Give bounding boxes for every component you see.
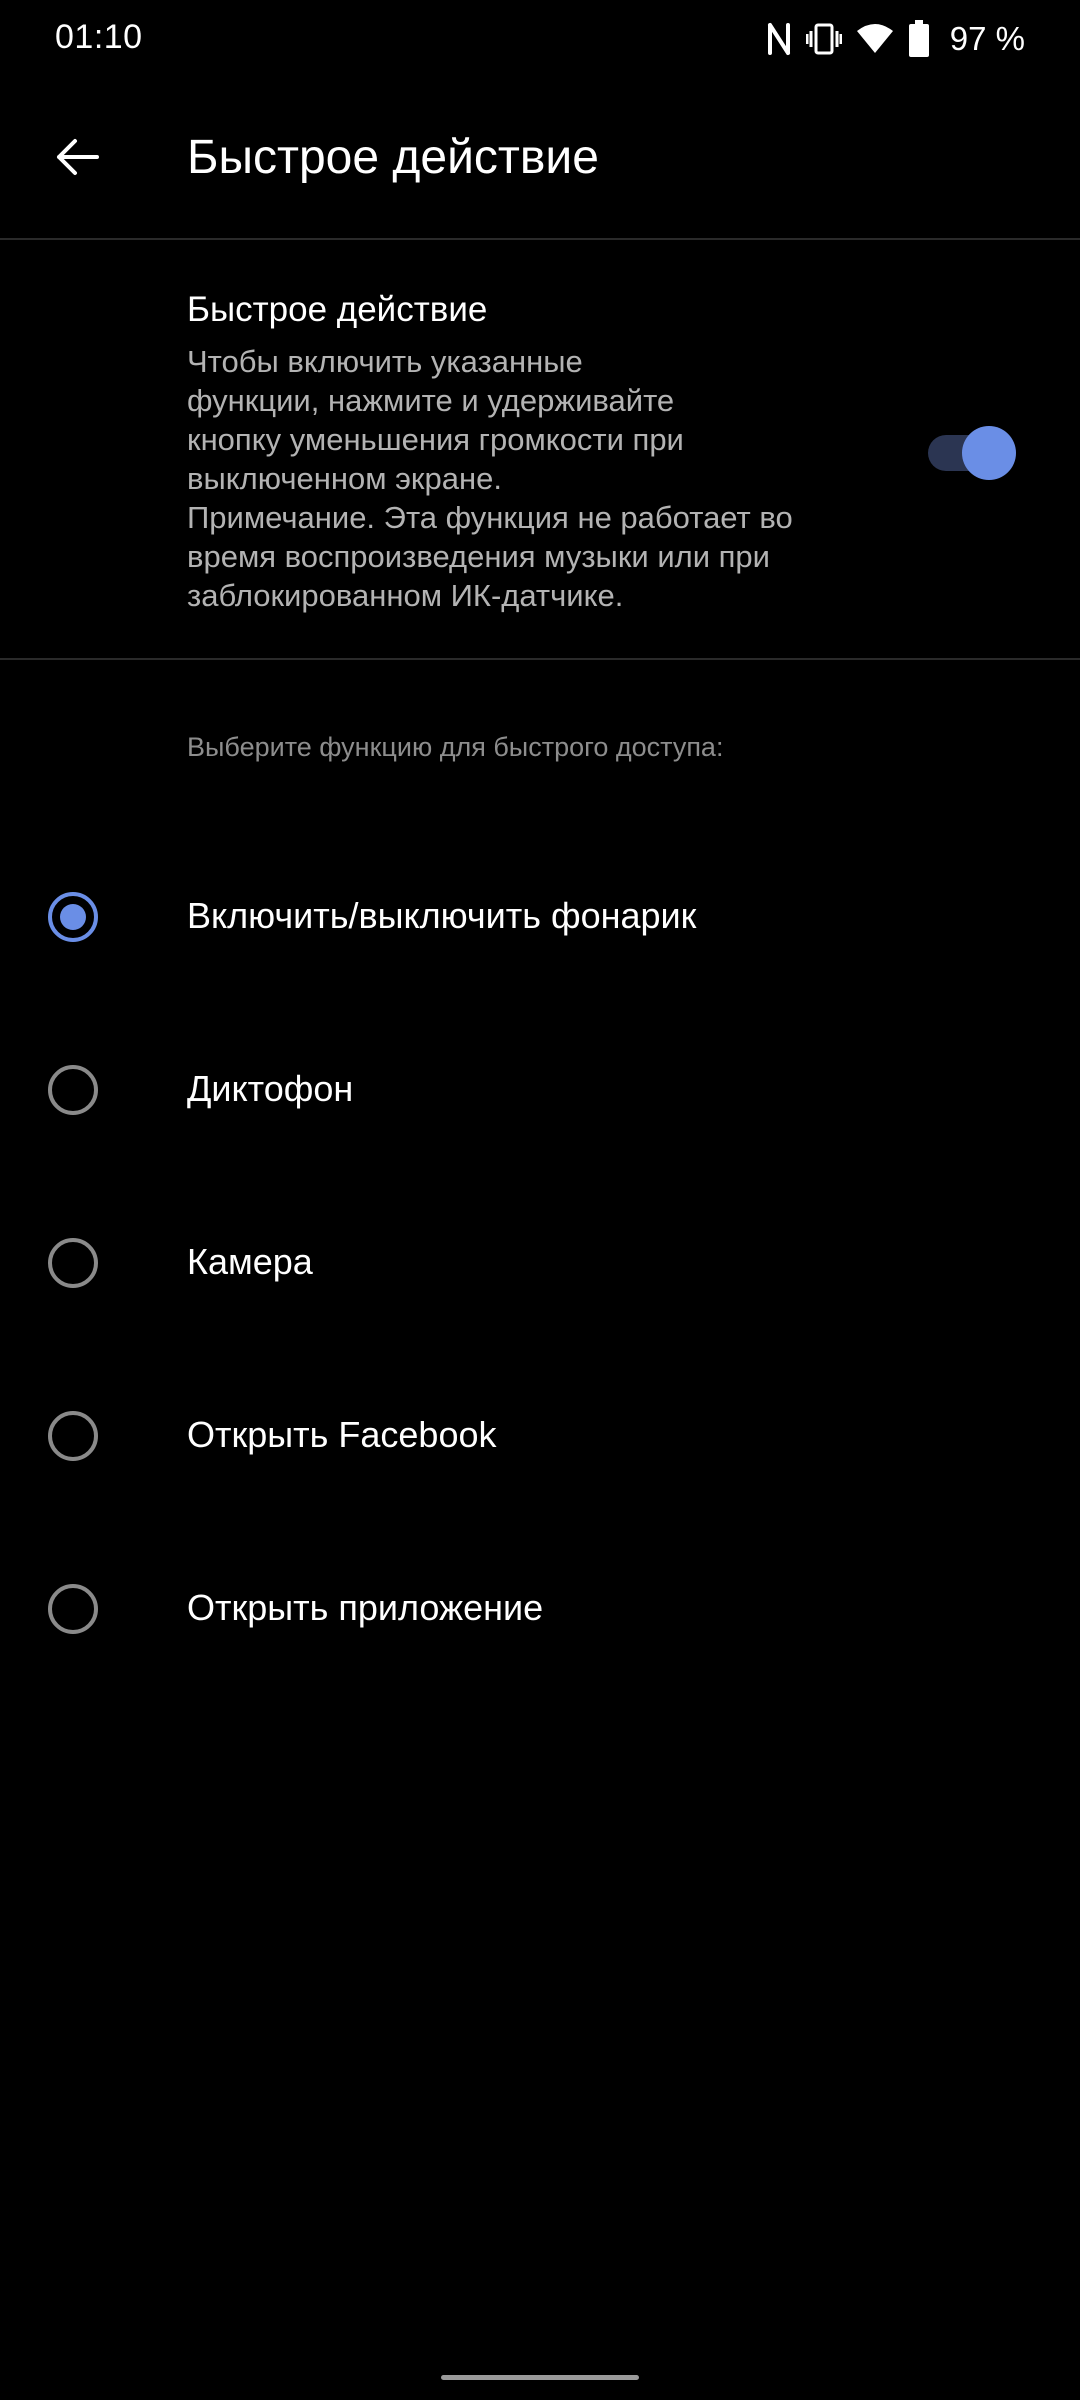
option-label: Включить/выключить фонарик [187, 895, 697, 936]
nfc-icon [766, 22, 792, 56]
option-label: Открыть приложение [187, 1587, 544, 1628]
quick-action-toggle-row[interactable]: Быстрое действие Чтобы включить указанны… [0, 242, 1080, 658]
radio-button-checked[interactable] [48, 892, 98, 942]
app-bar: Быстрое действие [0, 100, 1080, 240]
arrow-back-icon [53, 133, 101, 186]
divider [0, 658, 1080, 660]
option-label: Диктофон [187, 1068, 354, 1109]
status-bar: 01:10 97 % [0, 0, 1080, 78]
option-label: Камера [187, 1241, 313, 1282]
back-button[interactable] [38, 120, 116, 198]
radio-dot [60, 904, 86, 930]
option-open-app[interactable]: Открыть приложение [0, 1535, 1080, 1685]
radio-button[interactable] [48, 1065, 98, 1115]
radio-button[interactable] [48, 1238, 98, 1288]
option-dictaphone[interactable]: Диктофон [0, 1016, 1080, 1166]
option-label: Открыть Facebook [187, 1414, 497, 1455]
option-camera[interactable]: Камера [0, 1189, 1080, 1339]
divider [0, 238, 1080, 240]
switch-thumb [962, 426, 1016, 480]
status-icons: 97 % [766, 14, 1025, 64]
section-label: Выберите функцию для быстрого доступа: [187, 732, 724, 762]
radio-button[interactable] [48, 1411, 98, 1461]
battery-icon [908, 20, 930, 58]
page-title: Быстрое действие [187, 131, 599, 184]
option-flashlight[interactable]: Включить/выключить фонарик [0, 843, 1080, 993]
option-open-facebook[interactable]: Открыть Facebook [0, 1362, 1080, 1512]
radio-button[interactable] [48, 1584, 98, 1634]
feature-title: Быстрое действие [187, 290, 488, 329]
vibrate-icon [805, 22, 842, 56]
navigation-handle[interactable] [441, 2375, 639, 2380]
quick-action-switch[interactable] [928, 426, 1016, 480]
wifi-icon [856, 23, 894, 55]
battery-percent: 97 % [949, 20, 1025, 57]
feature-description: Чтобы включить указанные функции, нажмит… [187, 344, 793, 613]
status-time: 01:10 [55, 18, 143, 56]
